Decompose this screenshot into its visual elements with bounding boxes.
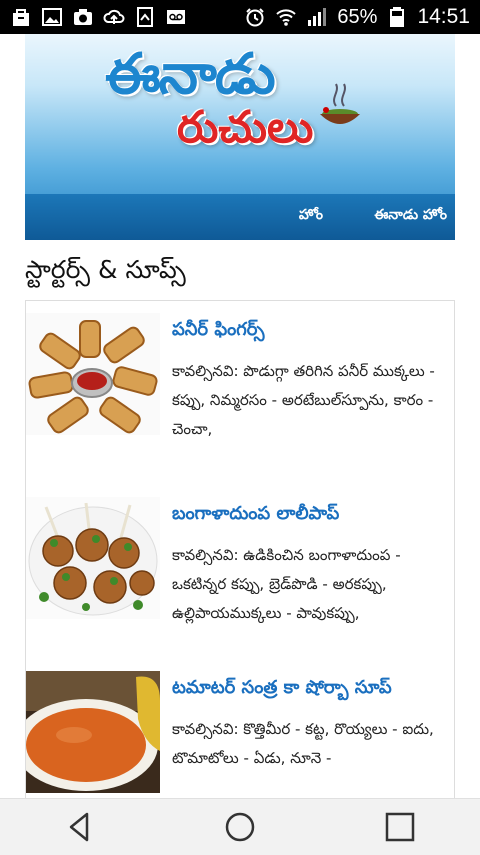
recipe-title[interactable]: పనీర్ ఫింగర్స్ bbox=[172, 319, 264, 344]
system-nav-bar bbox=[0, 798, 480, 855]
recents-icon bbox=[385, 812, 415, 842]
wifi-icon bbox=[275, 6, 297, 28]
back-button[interactable] bbox=[50, 802, 110, 852]
status-bar: 65% 14:51 bbox=[0, 0, 480, 34]
home-button[interactable] bbox=[210, 802, 270, 852]
logo-subtitle: రుచులు bbox=[177, 102, 314, 153]
mobile-data-icon bbox=[134, 6, 156, 28]
home-icon bbox=[225, 812, 255, 842]
recipe-thumbnail-tomato-soup[interactable] bbox=[26, 671, 160, 793]
section-title: స్టార్టర్స్ & సూప్స్ bbox=[25, 255, 186, 284]
recipe-thumbnail-paneer-fingers[interactable] bbox=[26, 313, 160, 435]
recipe-title[interactable]: టమాటర్ సంత్ర కా షోర్బా సూప్ bbox=[172, 677, 392, 702]
recipe-item[interactable]: పనీర్ ఫింగర్స్ కావల్సినవి: పొడుగ్గా తరిగ… bbox=[26, 301, 454, 471]
header-nav: హోం ఈనాడు హోం bbox=[25, 194, 455, 240]
image-icon bbox=[41, 6, 63, 28]
clock-time: 14:51 bbox=[417, 5, 470, 28]
alarm-icon bbox=[244, 6, 266, 28]
site-header: ఈనాడు రుచులు హోం ఈనాడు హోం bbox=[25, 34, 455, 240]
recipe-description: కావల్సినవి: ఉడికించిన బంగాళాదుంప - ఒకటిన… bbox=[172, 546, 401, 622]
nav-eenadu-home-link[interactable]: ఈనాడు హోం bbox=[374, 207, 447, 226]
cloud-upload-icon bbox=[103, 6, 125, 28]
bag-icon bbox=[10, 6, 32, 28]
nav-home-link[interactable]: హోం bbox=[299, 207, 323, 226]
recipe-thumbnail-potato-lollipop[interactable] bbox=[26, 497, 160, 619]
bowl-icon bbox=[320, 83, 360, 124]
voicemail-icon bbox=[165, 6, 187, 28]
camera-icon bbox=[72, 6, 94, 28]
recipe-item[interactable]: టమాటర్ సంత్ర కా షోర్బా సూప్ కావల్సినవి: … bbox=[26, 659, 454, 799]
battery-percent: 65% bbox=[337, 5, 378, 28]
recipe-item[interactable]: బంగాళాదుంప లాలీపాప్ కావల్సినవి: ఉడికించి… bbox=[26, 485, 454, 655]
recipe-description: కావల్సినవి: పొడుగ్గా తరిగిన పనీర్ ముక్కల… bbox=[172, 362, 435, 438]
recents-button[interactable] bbox=[370, 802, 430, 852]
recipe-title[interactable]: బంగాళాదుంప లాలీపాప్ bbox=[172, 503, 339, 528]
signal-icon bbox=[306, 6, 328, 28]
recipe-list: పనీర్ ఫింగర్స్ కావల్సినవి: పొడుగ్గా తరిగ… bbox=[25, 300, 455, 800]
recipe-description: కావల్సినవి: కొత్తిమీర - కట్ట, రొయ్యలు - … bbox=[172, 720, 434, 767]
back-icon bbox=[69, 812, 89, 842]
battery-icon bbox=[386, 6, 408, 28]
